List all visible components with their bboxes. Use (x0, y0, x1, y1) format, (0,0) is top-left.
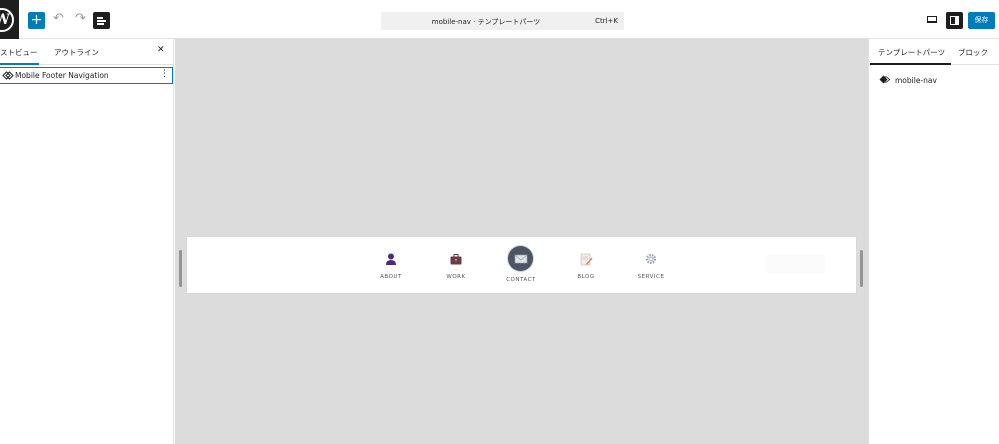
notepad-pencil-icon (580, 253, 593, 266)
template-part-name: mobile-nav (895, 76, 937, 85)
add-block-button[interactable]: + (28, 12, 45, 29)
nav-item-contact[interactable]: CONTACT (491, 237, 551, 293)
tab-outline[interactable]: アウトライン (54, 47, 99, 58)
nav-item-label: BLOG (577, 274, 595, 280)
close-icon[interactable]: ✕ (157, 45, 165, 55)
nav-item-service[interactable]: SERVICE (621, 237, 681, 293)
tab-template-part[interactable]: テンプレートパーツ (869, 47, 952, 65)
editor-canvas: ABOUT WORK CONTACT BLOG SERVICE (175, 39, 868, 444)
editor-header: W + ↶ ↷ mobile-nav · テンプレートパーツ Ctrl+K 保存 (0, 0, 999, 39)
list-view-icon-line (97, 20, 106, 22)
briefcase-icon (450, 254, 462, 265)
list-view-tabs: ストビュー アウトライン ✕ (0, 39, 173, 65)
template-part-preview[interactable]: ABOUT WORK CONTACT BLOG SERVICE (187, 237, 856, 293)
nav-item-label: SERVICE (637, 274, 665, 280)
person-icon (386, 253, 396, 265)
nav-item-blog[interactable]: BLOG (556, 237, 616, 293)
more-options-icon[interactable]: ⋮ (160, 69, 169, 79)
nav-item-label: ABOUT (380, 274, 402, 280)
settings-sidebar: テンプレートパーツ ブロック mobile-nav (868, 39, 999, 444)
save-button[interactable]: 保存 (968, 12, 995, 29)
list-view-item-mobile-footer-navigation[interactable]: Mobile Footer Navigation ⋮ (0, 67, 173, 84)
undo-button[interactable]: ↶ (53, 11, 64, 26)
command-palette-button[interactable]: mobile-nav · テンプレートパーツ Ctrl+K (381, 12, 624, 30)
settings-sidebar-button[interactable] (946, 12, 963, 29)
nav-item-work[interactable]: WORK (426, 237, 486, 293)
keyboard-shortcut: Ctrl+K (595, 17, 618, 25)
resize-handle-left[interactable] (179, 250, 182, 287)
redo-button[interactable]: ↷ (75, 11, 86, 26)
wordpress-logo-button[interactable]: W (0, 0, 19, 39)
nav-item-label: CONTACT (506, 277, 536, 283)
document-title: mobile-nav · テンプレートパーツ (431, 18, 541, 26)
faint-placeholder (765, 255, 825, 273)
list-view-icon (97, 17, 103, 19)
list-view-item-label: Mobile Footer Navigation (15, 71, 109, 80)
tab-block[interactable]: ブロック (958, 47, 988, 58)
list-view-toggle-button[interactable] (93, 12, 110, 29)
envelope-icon (514, 254, 528, 264)
nav-item-about[interactable]: ABOUT (361, 237, 421, 293)
tab-list-view[interactable]: ストビュー (0, 47, 38, 65)
device-preview-icon[interactable] (927, 16, 937, 23)
list-view-icon-line (97, 23, 104, 25)
gear-icon (645, 253, 657, 265)
settings-tabs: テンプレートパーツ ブロック (869, 39, 999, 65)
template-part-icon (879, 75, 890, 84)
resize-handle-right[interactable] (860, 250, 863, 287)
sidebar-icon-fill (955, 16, 959, 25)
navigation-block-icon (2, 71, 14, 80)
nav-item-label: WORK (446, 274, 466, 280)
list-view-panel: ストビュー アウトライン ✕ Mobile Footer Navigation … (0, 39, 174, 444)
wordpress-logo-icon: W (0, 8, 14, 32)
